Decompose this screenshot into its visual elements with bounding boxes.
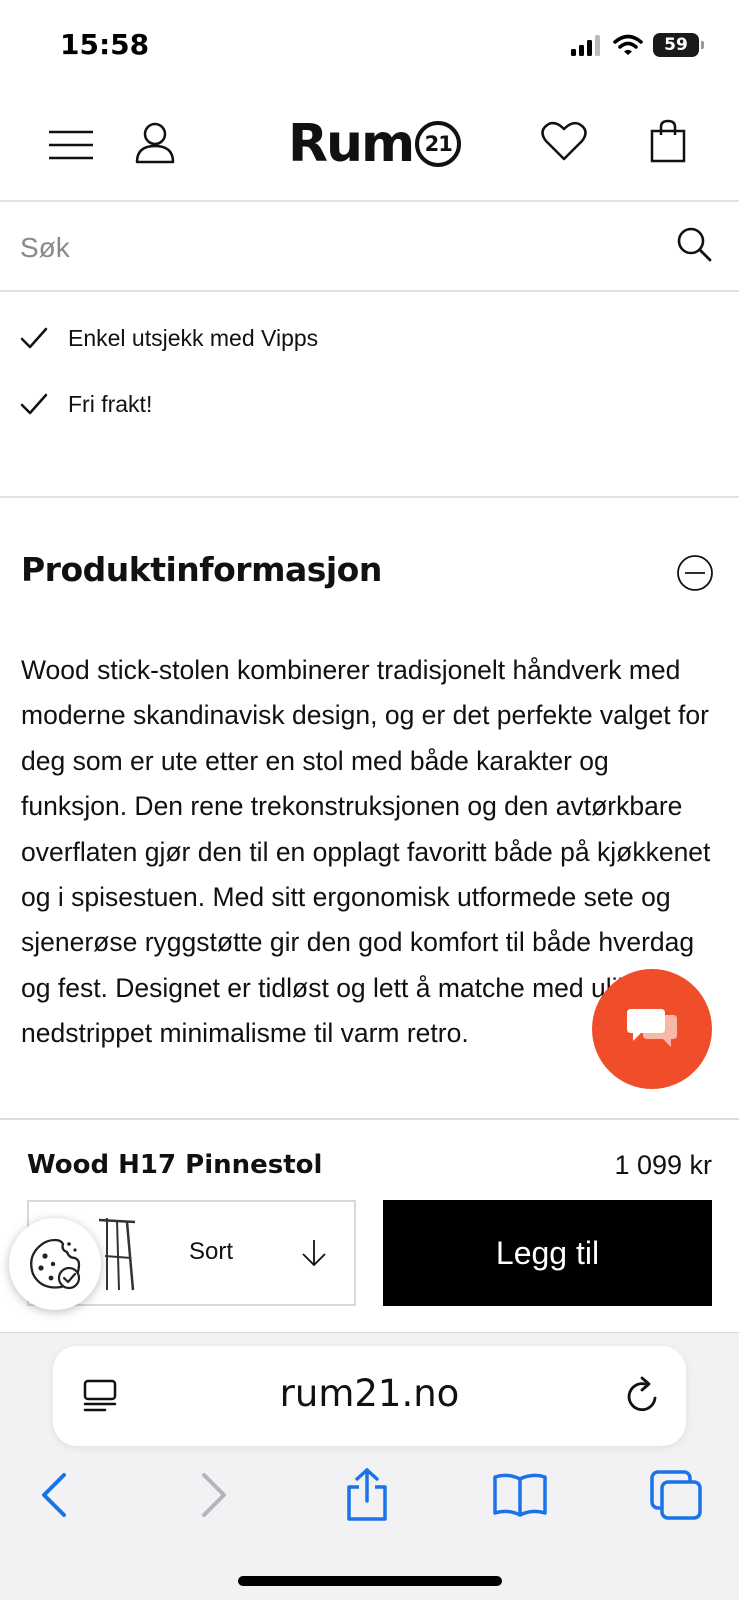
- usp-text: Fri frakt!: [68, 390, 153, 417]
- url-text[interactable]: rum21.no: [53, 1372, 686, 1415]
- bookmarks-button[interactable]: [490, 1465, 550, 1525]
- site-header: Rum 21: [0, 92, 739, 202]
- search-input[interactable]: [20, 220, 640, 276]
- cookie-settings-button[interactable]: [9, 1218, 101, 1310]
- browser-toolbar: rum21.no: [0, 1332, 739, 1600]
- cart-button[interactable]: [646, 114, 690, 168]
- search-icon: [677, 227, 712, 262]
- battery-indicator: 59: [653, 33, 704, 57]
- cookie-icon: [30, 1238, 81, 1290]
- wifi-icon: [613, 34, 643, 55]
- forward-icon: [202, 1473, 226, 1517]
- search-button[interactable]: [676, 226, 716, 266]
- reload-icon[interactable]: [621, 1374, 665, 1418]
- divider: [0, 496, 739, 498]
- usp-text: Enkel utsjekk med Vipps: [68, 324, 319, 351]
- menu-icon: [49, 130, 93, 160]
- minus-circle-icon: [677, 555, 713, 591]
- account-button[interactable]: [130, 116, 180, 170]
- product-info-title[interactable]: Produktinformasjon: [21, 550, 382, 589]
- usp-item: Enkel utsjekk med Vipps: [20, 318, 318, 358]
- account-icon: [135, 122, 175, 164]
- heart-icon: [541, 121, 587, 161]
- logo-badge: 21: [415, 121, 462, 167]
- tabs-icon: [650, 1470, 702, 1520]
- logo-text: Rum: [288, 114, 415, 174]
- chat-button[interactable]: [592, 969, 712, 1089]
- share-button[interactable]: [337, 1465, 397, 1525]
- address-bar[interactable]: rum21.no: [53, 1346, 686, 1446]
- add-to-cart-button[interactable]: Legg til: [383, 1200, 712, 1306]
- bookmarks-icon: [493, 1473, 547, 1517]
- logo[interactable]: Rum 21: [288, 114, 462, 174]
- product-price: 1 099 kr: [614, 1150, 712, 1180]
- chevron-down-icon: [302, 1240, 326, 1267]
- back-button[interactable]: [24, 1465, 84, 1525]
- tabs-button[interactable]: [646, 1465, 706, 1525]
- status-icons: 59: [571, 30, 704, 60]
- menu-button[interactable]: [46, 120, 96, 170]
- bag-icon: [650, 119, 686, 163]
- product-name: Wood H17 Pinnestol: [27, 1150, 323, 1180]
- search-bar: [0, 204, 739, 292]
- buy-bar: Wood H17 Pinnestol 1 099 kr Sort Legg ti…: [0, 1118, 739, 1332]
- check-icon: [20, 327, 48, 349]
- back-icon: [42, 1473, 66, 1517]
- collapse-button[interactable]: [676, 554, 714, 592]
- chat-icon: [627, 1009, 677, 1047]
- share-icon: [347, 1468, 387, 1521]
- wishlist-button[interactable]: [538, 116, 590, 166]
- check-icon: [20, 393, 48, 415]
- signal-icon: [571, 35, 600, 56]
- variant-label: Sort: [189, 1238, 234, 1265]
- home-indicator: [238, 1576, 502, 1586]
- forward-button[interactable]: [184, 1465, 244, 1525]
- status-bar: 15:58 59: [0, 0, 739, 92]
- usp-item: Fri frakt!: [20, 384, 152, 424]
- status-time: 15:58: [60, 28, 150, 61]
